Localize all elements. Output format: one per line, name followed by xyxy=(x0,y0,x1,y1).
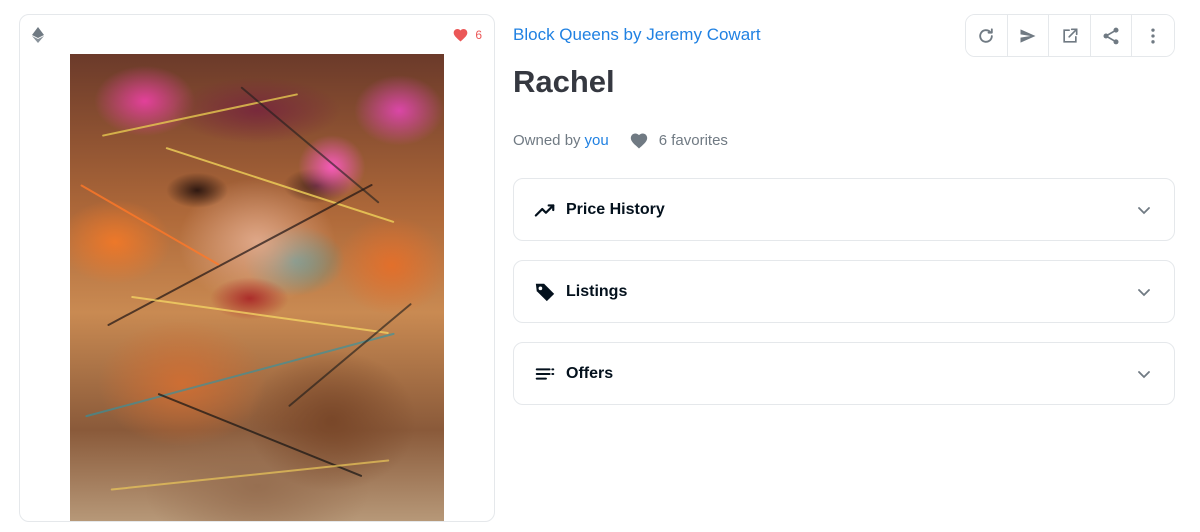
share-button[interactable] xyxy=(1090,15,1133,56)
favorite-button[interactable]: 6 xyxy=(452,27,482,42)
trending-icon xyxy=(534,199,556,221)
action-toolbar xyxy=(965,14,1175,57)
favorites-label: 6 favorites xyxy=(658,131,728,149)
listings-accordion[interactable]: Listings xyxy=(513,260,1175,323)
send-icon xyxy=(1020,28,1036,43)
transfer-button[interactable] xyxy=(1007,15,1050,56)
open-external-button[interactable] xyxy=(1049,15,1091,56)
ethereum-icon xyxy=(32,27,44,43)
owner-link[interactable]: you xyxy=(585,132,609,149)
chevron-down-icon xyxy=(1138,289,1150,297)
nft-artwork-image[interactable] xyxy=(70,54,444,521)
price-history-label: Price History xyxy=(566,200,665,218)
offers-label: Offers xyxy=(566,364,614,382)
price-history-accordion[interactable]: Price History xyxy=(513,178,1175,241)
share-icon xyxy=(1103,27,1119,44)
owner-row: Owned by you 6 favorites xyxy=(513,131,728,149)
heart-icon xyxy=(453,29,468,42)
offers-accordion[interactable]: Offers xyxy=(513,342,1175,405)
more-vertical-icon xyxy=(1151,28,1155,43)
listings-label: Listings xyxy=(566,282,628,300)
owned-by-label: Owned by xyxy=(513,131,581,149)
chevron-down-icon xyxy=(1138,207,1150,215)
tag-icon xyxy=(534,281,556,303)
media-header: 6 xyxy=(20,15,494,55)
chevron-down-icon xyxy=(1138,371,1150,379)
media-card: 6 xyxy=(19,14,495,522)
more-options-button[interactable] xyxy=(1132,15,1174,56)
refresh-button[interactable] xyxy=(966,15,1008,56)
item-title: Rachel xyxy=(513,64,615,99)
favorite-count: 6 xyxy=(475,27,482,42)
external-link-icon xyxy=(1062,28,1078,43)
favorites-info: 6 favorites xyxy=(629,131,728,149)
list-icon xyxy=(534,363,556,385)
refresh-icon xyxy=(979,27,994,43)
collection-link[interactable]: Block Queens by Jeremy Cowart xyxy=(513,25,761,45)
heart-icon xyxy=(630,133,647,149)
